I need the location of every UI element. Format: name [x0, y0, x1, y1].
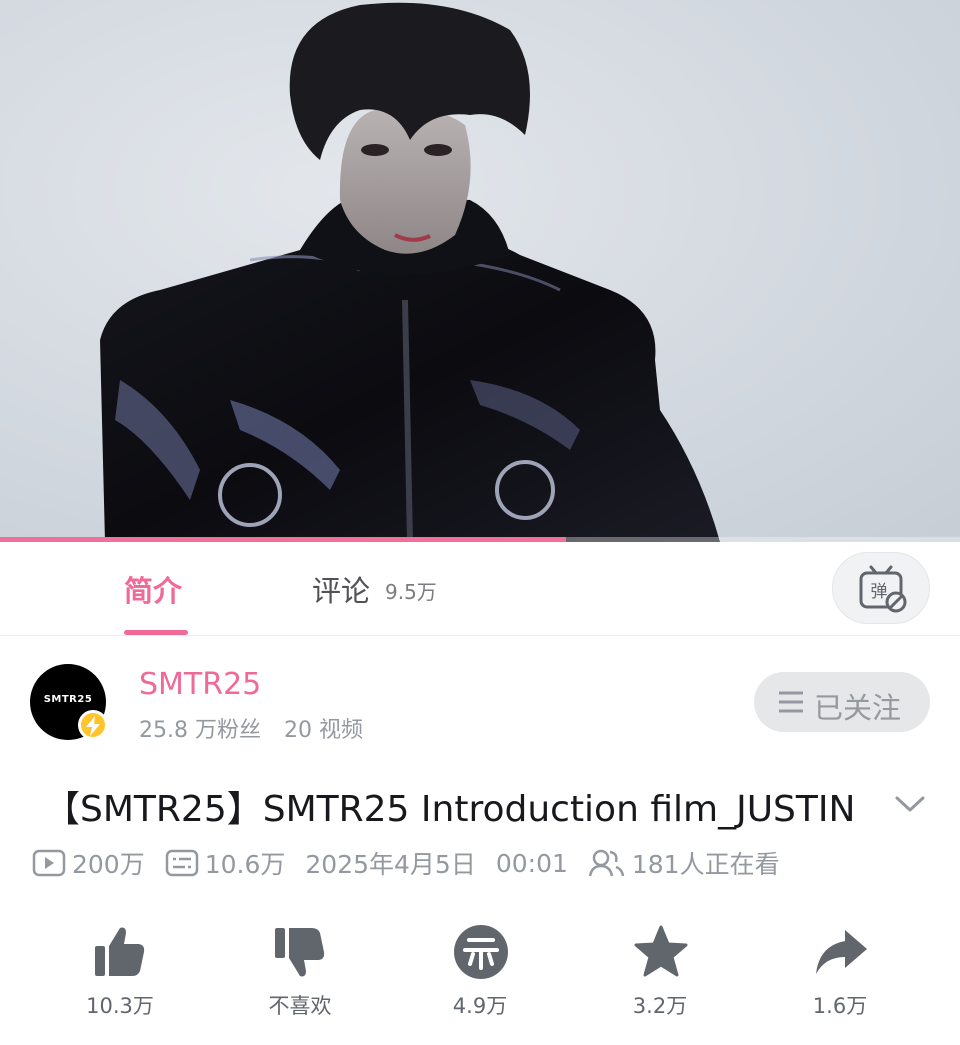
coin-button[interactable]: 4.9万 [420, 924, 540, 1024]
share-arrow-icon [816, 930, 867, 974]
svg-text:弹: 弹 [871, 582, 888, 602]
thumbs-up-icon [95, 927, 145, 976]
chevron-down-icon[interactable] [894, 794, 926, 814]
tab-active-indicator [124, 630, 188, 635]
danmaku-off-icon: 弹 [859, 565, 907, 613]
share-button[interactable]: 1.6万 [780, 924, 900, 1024]
publish-date: 2025年4月5日 [305, 850, 476, 879]
video-frame-illustration [0, 0, 960, 542]
coin-icon [454, 925, 508, 979]
tab-comments[interactable]: 评论 [312, 568, 370, 610]
view-count-text: 200万 [72, 850, 145, 879]
share-count: 1.6万 [812, 994, 868, 1018]
avatar-logo-text: SMTR25 [43, 694, 93, 705]
like-button[interactable]: 10.3万 [60, 924, 180, 1024]
video-meta-row: 200万 10.6万 2025年4月5日 00:01 181人正在看 [32, 845, 800, 881]
menu-icon [779, 691, 803, 713]
follower-count: 25.8 万粉丝 [139, 718, 261, 743]
video-count: 20 视频 [283, 718, 363, 743]
tab-bar: 简介 评论 9.5万 弹 [0, 542, 960, 636]
star-icon [634, 925, 688, 977]
publish-time: 00:01 [495, 848, 568, 878]
follow-button-label: 已关注 [814, 691, 902, 725]
danmaku-toggle-button[interactable]: 弹 [832, 552, 930, 624]
dislike-label: 不喜欢 [268, 994, 332, 1018]
uploader-stats: 25.8 万粉丝 20 视频 [139, 712, 379, 744]
danmaku-count: 10.6万 [165, 845, 286, 881]
view-count: 200万 [32, 845, 145, 881]
lightning-icon [86, 716, 100, 736]
thumbs-down-icon [275, 928, 325, 977]
favorite-button[interactable]: 3.2万 [600, 924, 720, 1024]
video-player[interactable] [0, 0, 960, 542]
danmaku-count-icon [165, 849, 198, 877]
tab-intro[interactable]: 简介 [124, 568, 182, 610]
danmaku-count-text: 10.6万 [204, 850, 286, 879]
uploader-name[interactable]: SMTR25 [139, 667, 261, 702]
dislike-button[interactable]: 不喜欢 [240, 924, 360, 1024]
favorite-count: 3.2万 [632, 994, 688, 1018]
verified-badge [78, 710, 108, 740]
like-count: 10.3万 [86, 994, 154, 1018]
live-watchers-text: 181人正在看 [631, 850, 780, 879]
follow-button[interactable]: 已关注 [754, 672, 930, 732]
live-watchers: 181人正在看 [588, 845, 780, 881]
video-title: 【SMTR25】SMTR25 Introduction film_JUSTIN [44, 789, 856, 830]
coin-count: 4.9万 [452, 994, 508, 1018]
people-icon [588, 849, 625, 877]
play-count-icon [32, 849, 66, 877]
comments-count[interactable]: 9.5万 [385, 576, 437, 605]
uploader-avatar[interactable]: SMTR25 [30, 664, 108, 740]
